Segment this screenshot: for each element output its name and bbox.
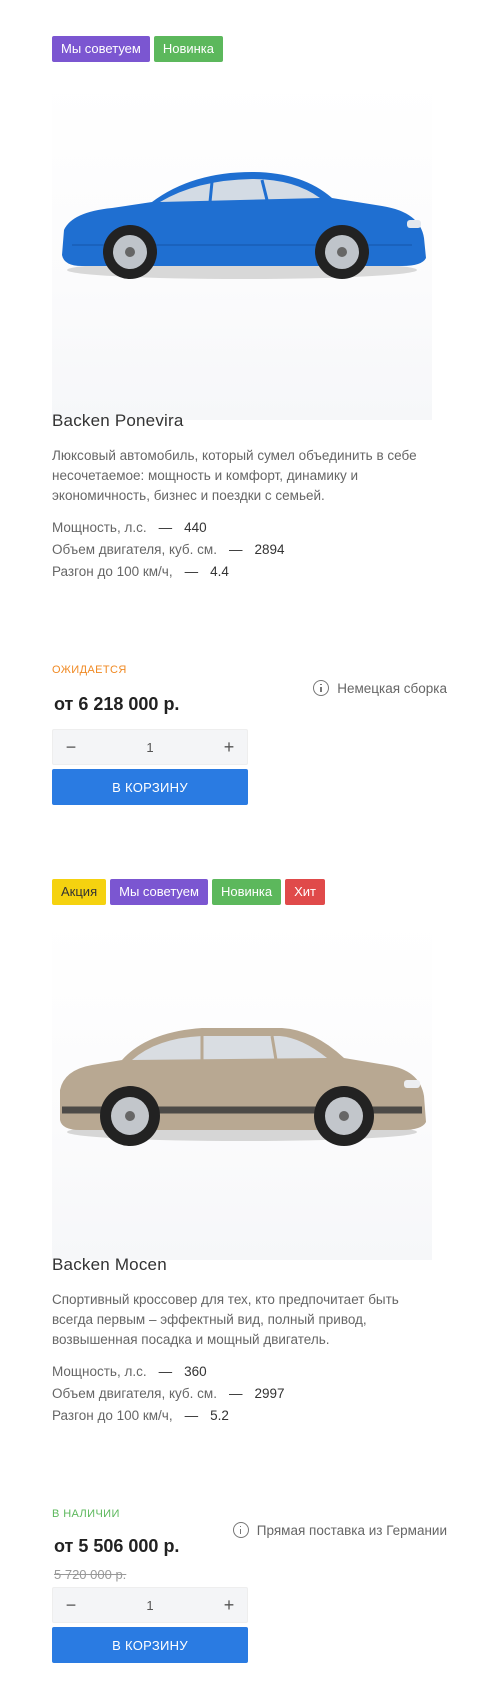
product-image[interactable] bbox=[52, 920, 432, 1260]
product-note: Немецкая сборка bbox=[313, 680, 447, 696]
prop-separator: — bbox=[184, 1408, 199, 1423]
product-old-price: 5 720 000 р. bbox=[54, 1567, 127, 1582]
product-note: Прямая поставка из Германии bbox=[232, 1522, 447, 1538]
prop-row: Мощность, л.с. — 360 bbox=[52, 1361, 285, 1383]
prop-label: Разгон до 100 км/ч, bbox=[52, 1408, 173, 1423]
prop-row: Мощность, л.с. — 440 bbox=[52, 517, 285, 539]
prop-value: 360 bbox=[184, 1364, 207, 1379]
car-sedan-image bbox=[62, 172, 426, 279]
quantity-input[interactable]: 1 bbox=[146, 740, 153, 755]
info-icon bbox=[232, 1522, 249, 1538]
product-price: от 6 218 000 р. bbox=[54, 694, 180, 714]
product-price: от 5 506 000 р. bbox=[54, 1536, 180, 1556]
product-title[interactable]: Backen Mocen bbox=[52, 1255, 167, 1275]
quantity-input[interactable]: 1 bbox=[146, 1598, 153, 1613]
prop-separator: — bbox=[228, 542, 243, 557]
decrease-button[interactable]: − bbox=[53, 729, 89, 765]
car-suv-image bbox=[60, 1028, 426, 1146]
add-to-cart-button[interactable]: В КОРЗИНУ bbox=[52, 769, 248, 805]
prop-label: Мощность, л.с. bbox=[52, 520, 147, 535]
badge-recommend: Мы советуем bbox=[110, 879, 208, 905]
product-description: Люксовый автомобиль, который сумел объед… bbox=[52, 448, 417, 503]
product-description: Спортивный кроссовер для тех, кто предпо… bbox=[52, 1292, 399, 1347]
prop-value: 440 bbox=[184, 520, 207, 535]
prop-row: Объем двигателя, куб. см. — 2997 bbox=[52, 1383, 285, 1405]
prop-value: 2894 bbox=[254, 542, 285, 557]
increase-button[interactable]: + bbox=[211, 1587, 247, 1623]
prop-row: Объем двигателя, куб. см. — 2894 bbox=[52, 539, 285, 561]
quantity-stepper: − 1 + bbox=[52, 729, 248, 765]
add-to-cart-button[interactable]: В КОРЗИНУ bbox=[52, 1627, 248, 1663]
prop-separator: — bbox=[158, 520, 173, 535]
prop-label: Объем двигателя, куб. см. bbox=[52, 542, 217, 557]
prop-label: Мощность, л.с. bbox=[52, 1364, 147, 1379]
note-text: Немецкая сборка bbox=[337, 680, 447, 696]
quantity-stepper: − 1 + bbox=[52, 1587, 248, 1623]
prop-value: 4.4 bbox=[210, 564, 229, 579]
badge-list: Мы советуем Новинка bbox=[52, 36, 224, 62]
prop-row: Разгон до 100 км/ч, — 5.2 bbox=[52, 1405, 285, 1427]
availability-status: ОЖИДАЕТСЯ bbox=[52, 664, 127, 676]
badge-new: Новинка bbox=[211, 879, 282, 905]
prop-label: Объем двигателя, куб. см. bbox=[52, 1386, 217, 1401]
badge-recommend: Мы советуем bbox=[52, 36, 150, 62]
prop-separator: — bbox=[158, 1364, 173, 1379]
increase-button[interactable]: + bbox=[211, 729, 247, 765]
badge-new: Новинка bbox=[153, 36, 224, 62]
prop-separator: — bbox=[228, 1386, 243, 1401]
availability-status: В НАЛИЧИИ bbox=[52, 1508, 120, 1520]
prop-separator: — bbox=[184, 564, 199, 579]
badge-list: Акция Мы советуем Новинка Хит bbox=[52, 879, 326, 905]
prop-value: 5.2 bbox=[210, 1408, 229, 1423]
badge-hit: Хит bbox=[285, 879, 326, 905]
info-icon bbox=[313, 680, 330, 696]
decrease-button[interactable]: − bbox=[53, 1587, 89, 1623]
product-title[interactable]: Backen Ponevira bbox=[52, 411, 184, 431]
prop-label: Разгон до 100 км/ч, bbox=[52, 564, 173, 579]
product-props: Мощность, л.с. — 440 Объем двигателя, ку… bbox=[52, 517, 285, 583]
product-image[interactable] bbox=[52, 80, 432, 420]
product-props: Мощность, л.с. — 360 Объем двигателя, ку… bbox=[52, 1361, 285, 1427]
prop-value: 2997 bbox=[254, 1386, 285, 1401]
badge-sale: Акция bbox=[52, 879, 107, 905]
prop-row: Разгон до 100 км/ч, — 4.4 bbox=[52, 561, 285, 583]
note-text: Прямая поставка из Германии bbox=[256, 1522, 447, 1538]
